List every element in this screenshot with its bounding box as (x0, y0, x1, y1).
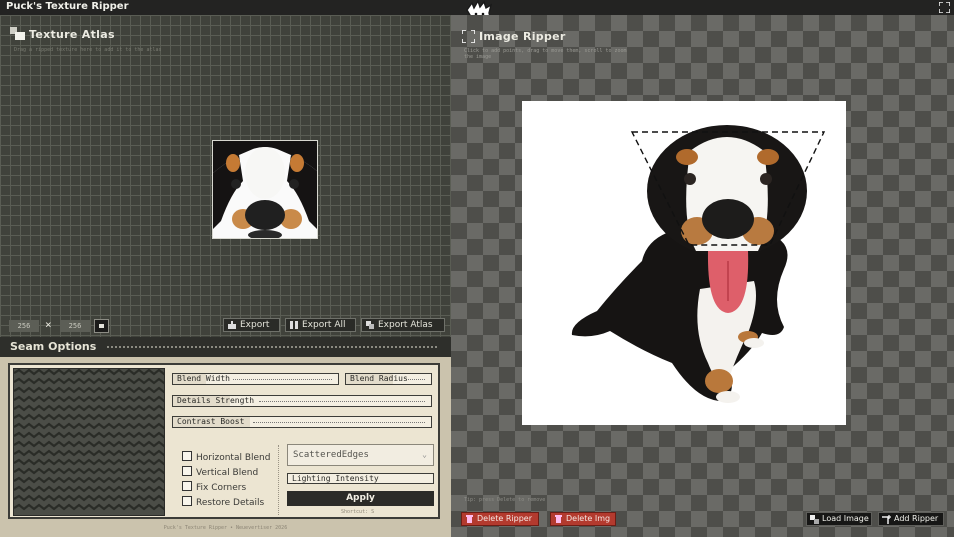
seam-options-panel: Blend Width Blend Radius Details Strengt… (0, 357, 451, 537)
load-image-icon (810, 515, 819, 524)
column-divider (278, 445, 279, 515)
fix-corners-checkbox[interactable]: Fix Corners (182, 481, 246, 493)
seam-options-title: Seam Options (10, 340, 97, 353)
app-title: Puck's Texture Ripper (6, 1, 129, 12)
atlas-icon (10, 27, 25, 40)
restore-details-label: Restore Details (196, 498, 265, 508)
export-button[interactable]: Export (223, 318, 280, 332)
atlas-height-input[interactable]: 256 (60, 320, 90, 332)
atlas-width-input[interactable]: 256 (9, 320, 39, 332)
seam-preview-stroke (14, 369, 164, 376)
seam-preview-stroke (14, 386, 164, 394)
trash-icon (555, 515, 562, 523)
ripper-icon (462, 30, 475, 43)
seam-preview-stroke (14, 431, 164, 439)
add-ripper-label: Add Ripper (894, 514, 939, 523)
header-divider (107, 346, 437, 348)
checkbox-box (182, 496, 192, 506)
lighting-intensity-slider[interactable]: Lighting Intensity (287, 473, 434, 484)
atlas-title: Texture Atlas (29, 28, 115, 41)
trash-icon (466, 515, 473, 523)
seam-preview-stroke (14, 395, 164, 403)
export-all-label: Export All (302, 320, 346, 330)
seam-preview-stroke (14, 422, 164, 430)
load-image-button[interactable]: Load Image (806, 512, 872, 526)
details-strength-slider[interactable]: Details Strength (172, 395, 432, 407)
atlas-hint: Drag a ripped texture here to add it to … (14, 47, 162, 53)
seam-preview-stroke (14, 404, 164, 412)
delete-ripper-label: Delete Ripper (477, 514, 532, 523)
atlas-panel[interactable]: Texture Atlas Drag a ripped texture here… (0, 15, 451, 337)
aspect-lock-button[interactable] (94, 319, 109, 333)
seam-preview (13, 368, 165, 516)
contrast-boost-slider[interactable]: Contrast Boost (172, 416, 432, 428)
export-label: Export (240, 320, 270, 330)
seam-preview-stroke (14, 467, 164, 475)
checkbox-box (182, 451, 192, 461)
image-ripper-title: Image Ripper (479, 30, 566, 43)
add-ripper-button[interactable]: Add Ripper (878, 512, 944, 526)
export-all-icon (290, 321, 298, 329)
export-icon (228, 321, 236, 329)
export-atlas-icon (366, 321, 374, 329)
delete-image-button[interactable]: Delete Img (550, 512, 616, 526)
seam-options-header: Seam Options (0, 337, 451, 357)
horizontal-blend-checkbox[interactable]: Horizontal Blend (182, 451, 270, 463)
seam-preview-stroke (14, 458, 164, 466)
footer-credit: Puck's Texture Ripper • Neuevertiser 202… (163, 525, 288, 531)
blend-width-label: Blend Width (177, 374, 230, 383)
delete-image-label: Delete Img (566, 514, 611, 523)
export-all-button[interactable]: Export All (285, 318, 356, 332)
blend-width-slider[interactable]: Blend Width (172, 373, 339, 385)
seam-preview-stroke (14, 449, 164, 457)
blend-radius-slider[interactable]: Blend Radius (345, 373, 432, 385)
vertical-blend-label: Vertical Blend (196, 468, 259, 478)
seam-preview-stroke (14, 503, 164, 511)
details-strength-label: Details Strength (177, 396, 255, 405)
seam-preview-stroke (14, 413, 164, 421)
checkbox-box (182, 481, 192, 491)
blend-radius-label: Blend Radius (350, 374, 408, 383)
export-atlas-label: Export Atlas (378, 320, 433, 330)
chevron-down-icon: ⌄ (422, 450, 427, 459)
delete-ripper-button[interactable]: Delete Ripper (461, 512, 539, 526)
shortcut-hint: Shortcut: S (341, 509, 375, 515)
fullscreen-icon[interactable] (939, 2, 950, 13)
fix-corners-label: Fix Corners (196, 483, 247, 493)
restore-details-checkbox[interactable]: Restore Details (182, 496, 264, 508)
slider-track-dots (253, 422, 425, 423)
image-ripper-panel[interactable]: Image Ripper Click to add points, drag t… (451, 15, 954, 537)
slider-track-dots (233, 379, 332, 380)
export-atlas-button[interactable]: Export Atlas (361, 318, 445, 332)
status-hint: Tip: press Delete to remove (464, 497, 546, 503)
seam-mode-select[interactable]: ScatteredEdges ⌄ (287, 444, 434, 466)
slider-track-dots (259, 401, 425, 402)
checkbox-box (182, 466, 192, 476)
add-ripper-icon (882, 515, 891, 524)
vertical-blend-checkbox[interactable]: Vertical Blend (182, 466, 258, 478)
seam-mode-value: ScatteredEdges (293, 450, 369, 460)
seam-preview-stroke (14, 476, 164, 484)
seam-preview-stroke (14, 377, 164, 385)
apply-button[interactable]: Apply (287, 491, 434, 506)
atlas-texture-thumbnail[interactable] (212, 140, 318, 239)
seam-preview-stroke (14, 440, 164, 448)
source-image-canvas[interactable] (522, 101, 846, 425)
seam-preview-stroke (14, 485, 164, 493)
seam-preview-stroke (14, 494, 164, 502)
contrast-boost-label: Contrast Boost (177, 417, 245, 426)
size-times-label: × (45, 318, 52, 331)
lighting-intensity-label: Lighting Intensity (292, 474, 379, 483)
image-ripper-hint: Click to add points, drag to move them, … (464, 48, 627, 60)
horizontal-blend-label: Horizontal Blend (196, 453, 271, 463)
slider-track-dots (408, 379, 425, 380)
seam-controls-card: Blend Width Blend Radius Details Strengt… (8, 363, 440, 519)
load-image-label: Load Image (822, 514, 869, 523)
